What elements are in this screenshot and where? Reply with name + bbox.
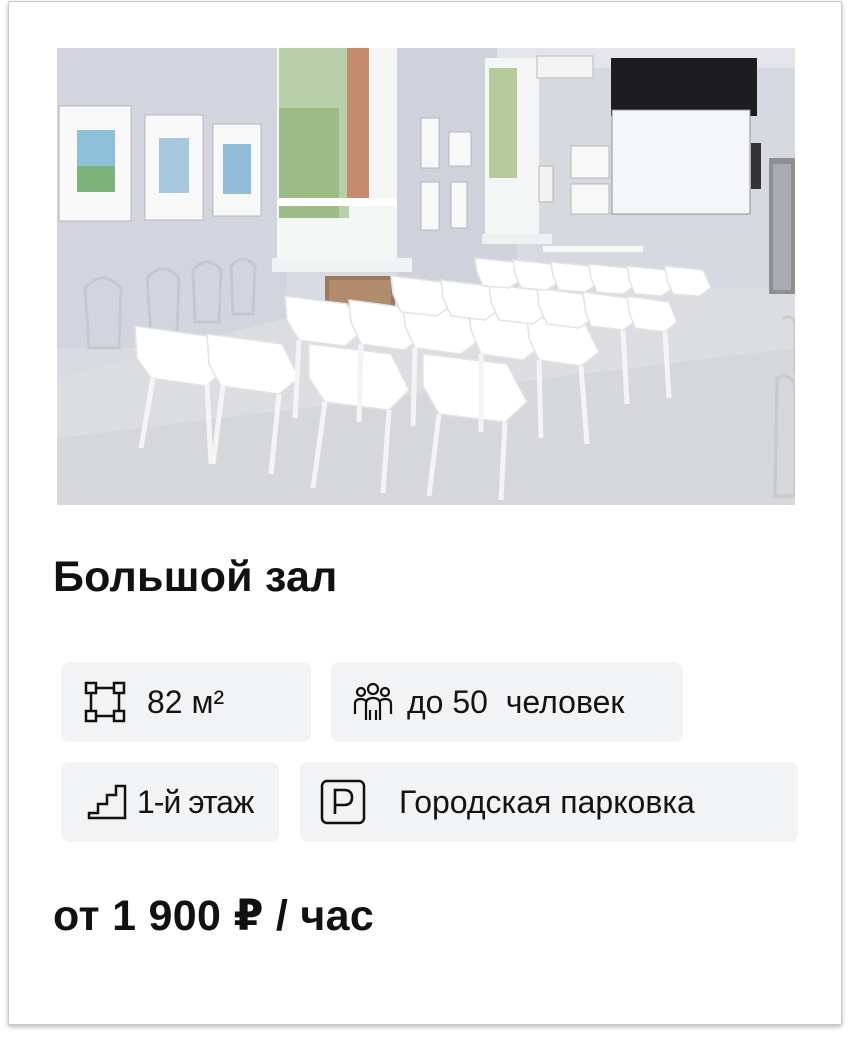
capacity-chip: до 50 человек bbox=[331, 662, 683, 742]
area-chip: 82 м² bbox=[61, 662, 311, 742]
price-label: от 1 900 ₽ / час bbox=[53, 892, 375, 940]
venue-title: Большой зал bbox=[53, 553, 338, 601]
floor-label: 1-й этаж bbox=[137, 784, 254, 820]
area-icon bbox=[81, 678, 129, 726]
venue-card[interactable]: Большой зал 82 м² до 50 человек 1-й этаж… bbox=[8, 1, 842, 1025]
room-photo[interactable] bbox=[57, 48, 795, 505]
area-label: 82 м² bbox=[147, 684, 225, 720]
parking-chip: Городская парковка bbox=[300, 762, 798, 842]
parking-icon bbox=[319, 778, 367, 826]
stairs-icon bbox=[83, 778, 131, 826]
people-icon bbox=[349, 678, 397, 726]
parking-label: Городская парковка bbox=[399, 784, 695, 820]
floor-chip: 1-й этаж bbox=[61, 762, 279, 842]
capacity-label: до 50 человек bbox=[407, 684, 625, 720]
